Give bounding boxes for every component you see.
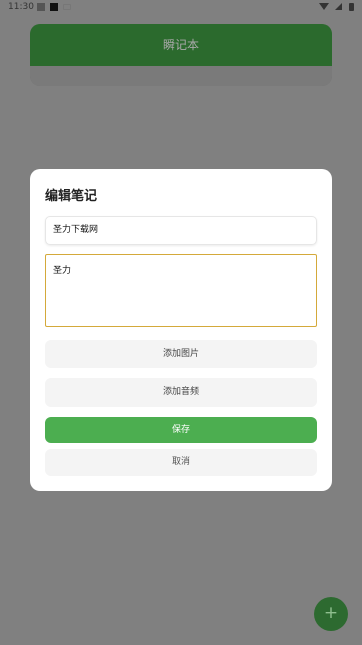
dialog-title: 编辑笔记 <box>45 189 98 204</box>
wifi-icon <box>319 3 330 10</box>
battery-icon <box>349 2 354 11</box>
cancel-button[interactable]: 取消 <box>45 449 317 476</box>
signal-icon <box>335 3 343 10</box>
add-audio-button[interactable]: 添加音频 <box>45 378 317 407</box>
app-header-card: 瞬记本 <box>30 24 332 86</box>
note-title-input[interactable]: 圣力下载网 <box>45 216 317 245</box>
notification-icon-2 <box>50 3 58 11</box>
note-content-input[interactable]: 圣力 <box>45 254 317 327</box>
header-strip <box>30 66 332 86</box>
notification-icon <box>37 3 45 11</box>
status-icons <box>319 0 354 14</box>
add-image-button[interactable]: 添加图片 <box>45 340 317 368</box>
status-bar: 11:30 <box>0 0 362 14</box>
notification-icon-3 <box>63 4 71 10</box>
save-button[interactable]: 保存 <box>45 417 317 443</box>
app-title: 瞬记本 <box>30 24 332 66</box>
add-icon: + <box>323 603 339 623</box>
edit-note-dialog: 编辑笔记 圣力下载网 圣力 添加图片 添加音频 保存 取消 <box>30 169 332 491</box>
add-note-button[interactable]: + <box>314 597 348 631</box>
status-time: 11:30 <box>8 2 34 12</box>
